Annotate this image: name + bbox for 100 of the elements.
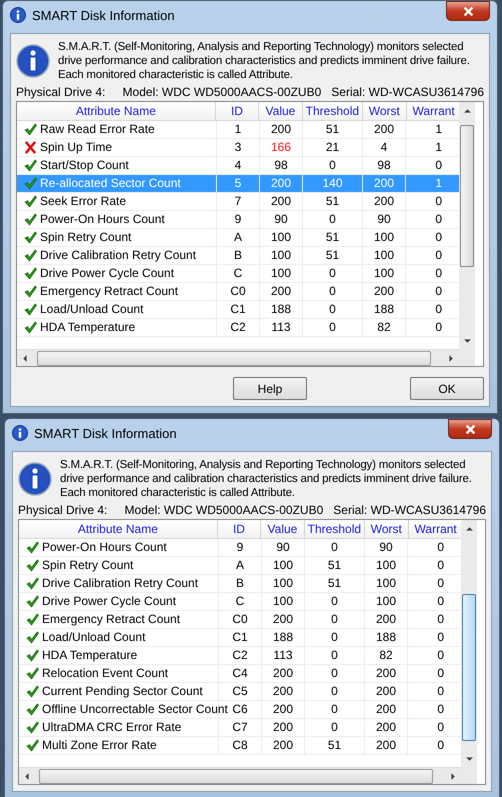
table-cell: 188 xyxy=(374,302,394,316)
table-cell: 4 xyxy=(380,140,388,154)
table-cell: C1 xyxy=(230,302,246,316)
table-cell: 0 xyxy=(437,648,444,662)
column-header[interactable]: Threshold xyxy=(302,102,364,120)
table-cell: 0 xyxy=(435,266,442,280)
column-header[interactable]: ID xyxy=(218,520,262,538)
table-row[interactable]: Load/Unload Count C1 188 0 188 0 xyxy=(17,301,459,319)
dialog-button[interactable]: Help xyxy=(233,377,307,400)
table-cell: A xyxy=(236,558,244,572)
vertical-scrollbar[interactable] xyxy=(459,102,475,366)
table-cell: 100 xyxy=(272,576,294,590)
table-cell: 100 xyxy=(270,266,292,280)
table-row[interactable]: Drive Power Cycle Count C 100 0 100 0 xyxy=(19,593,461,611)
model-label: Model: WDC WD5000AACS-00ZUB0 xyxy=(124,503,324,517)
table-cell: 100 xyxy=(376,558,396,572)
table-cell: 7 xyxy=(234,194,242,208)
table-cell: Emergency Retract Count xyxy=(40,283,178,300)
horizontal-scrollbar[interactable] xyxy=(17,349,459,366)
info-icon xyxy=(18,462,52,496)
table-cell: 200 xyxy=(374,284,394,298)
close-button[interactable] xyxy=(448,419,492,439)
table-cell: C4 xyxy=(232,666,248,680)
table-cell: HDA Temperature xyxy=(42,647,138,664)
check-icon xyxy=(26,631,39,644)
table-cell: 0 xyxy=(331,594,338,608)
column-header[interactable]: Warrant xyxy=(406,102,459,120)
column-header[interactable]: Threshold xyxy=(304,520,366,538)
drive-label: Physical Drive 4: xyxy=(18,503,108,517)
table-cell: 200 xyxy=(272,666,294,680)
table-row[interactable]: Emergency Retract Count C0 200 0 200 0 xyxy=(17,283,459,301)
scroll-thumb[interactable] xyxy=(37,350,431,366)
table-cell: 51 xyxy=(326,122,340,136)
horizontal-scrollbar[interactable] xyxy=(19,767,461,784)
table-row[interactable]: Spin Retry Count A 100 51 100 0 xyxy=(19,557,461,575)
column-header[interactable]: Worst xyxy=(365,520,409,538)
table-cell: 90 xyxy=(274,212,288,226)
table-cell: 100 xyxy=(374,248,394,262)
table-cell: 100 xyxy=(376,594,396,608)
check-icon xyxy=(24,303,37,316)
table-row[interactable]: UltraDMA CRC Error Rate C7 200 0 200 0 xyxy=(19,719,461,737)
table-row[interactable]: Drive Power Cycle Count C 100 0 100 0 xyxy=(17,265,459,283)
table-row[interactable]: Relocation Event Count C4 200 0 200 0 xyxy=(19,665,461,683)
table-cell: 90 xyxy=(276,540,290,554)
table-row[interactable]: Spin Retry Count A 100 51 100 0 xyxy=(17,229,459,247)
table-cell: C5 xyxy=(232,684,248,698)
table-row[interactable]: Offline Uncorrectable Sector Count C6 200 0 200 0 xyxy=(19,701,461,719)
column-header[interactable]: Attribute Name xyxy=(19,520,218,538)
check-icon xyxy=(26,559,39,572)
table-cell: Multi Zone Error Rate xyxy=(42,737,157,754)
table-row[interactable]: Seek Error Rate 7 200 51 200 0 xyxy=(17,193,459,211)
scroll-thumb[interactable] xyxy=(39,768,433,784)
column-header[interactable]: Warrant xyxy=(408,520,461,538)
table-cell: 200 xyxy=(272,612,294,626)
scroll-thumb[interactable] xyxy=(462,594,476,741)
check-icon xyxy=(26,577,39,590)
column-header[interactable]: ID xyxy=(216,102,260,120)
table-cell: B xyxy=(236,576,244,590)
table-cell: 0 xyxy=(331,648,338,662)
check-icon xyxy=(24,123,37,136)
table-row[interactable]: Emergency Retract Count C0 200 0 200 0 xyxy=(19,611,461,629)
table-cell: 200 xyxy=(270,194,292,208)
dialog-button[interactable]: OK xyxy=(410,377,484,400)
table-cell: 0 xyxy=(435,248,442,262)
table-cell: C xyxy=(236,594,244,608)
table-cell: 100 xyxy=(374,230,394,244)
table-row[interactable]: Drive Calibration Retry Count B 100 51 100 0 xyxy=(19,575,461,593)
table-row[interactable]: Raw Read Error Rate 1 200 51 200 1 xyxy=(17,121,459,139)
table-row[interactable]: Multi Zone Error Rate C8 200 51 200 0 xyxy=(19,737,461,755)
table-cell: C0 xyxy=(230,284,246,298)
drive-label: Physical Drive 4: xyxy=(16,85,106,99)
table-cell: 200 xyxy=(376,702,396,716)
model-label: Model: WDC WD5000AACS-00ZUB0 xyxy=(122,85,322,99)
check-icon xyxy=(24,159,37,172)
column-header[interactable]: Value xyxy=(259,102,303,120)
table-row[interactable]: Power-On Hours Count 9 90 0 90 0 xyxy=(19,539,461,557)
table-row[interactable]: Drive Calibration Retry Count B 100 51 100 0 xyxy=(17,247,459,265)
table-cell: 188 xyxy=(272,630,294,644)
table-row[interactable]: Spin Up Time 3 166 21 4 1 xyxy=(17,139,459,157)
table-cell: Drive Calibration Retry Count xyxy=(40,247,196,264)
table-row[interactable]: Power-On Hours Count 9 90 0 90 0 xyxy=(17,211,459,229)
table-cell: 51 xyxy=(326,230,340,244)
table-cell: Drive Calibration Retry Count xyxy=(42,575,198,592)
table-cell: 51 xyxy=(326,194,340,208)
close-button[interactable] xyxy=(446,1,490,21)
check-icon xyxy=(24,177,37,190)
table-row[interactable]: HDA Temperature C2 113 0 82 0 xyxy=(19,647,461,665)
table-cell: 100 xyxy=(376,576,396,590)
scroll-thumb[interactable] xyxy=(460,125,474,267)
column-header[interactable]: Value xyxy=(261,520,305,538)
table-row[interactable]: Current Pending Sector Count C5 200 0 200 0 xyxy=(19,683,461,701)
column-header[interactable]: Worst xyxy=(363,102,407,120)
table-cell: 200 xyxy=(272,684,294,698)
vertical-scrollbar[interactable] xyxy=(461,520,477,784)
table-cell: C xyxy=(234,266,242,280)
column-header[interactable]: Attribute Name xyxy=(17,102,216,120)
table-row[interactable]: HDA Temperature C2 113 0 82 0 xyxy=(17,319,459,337)
table-cell: 90 xyxy=(377,212,391,226)
table-cell: 100 xyxy=(374,266,394,280)
table-row[interactable]: Load/Unload Count C1 188 0 188 0 xyxy=(19,629,461,647)
